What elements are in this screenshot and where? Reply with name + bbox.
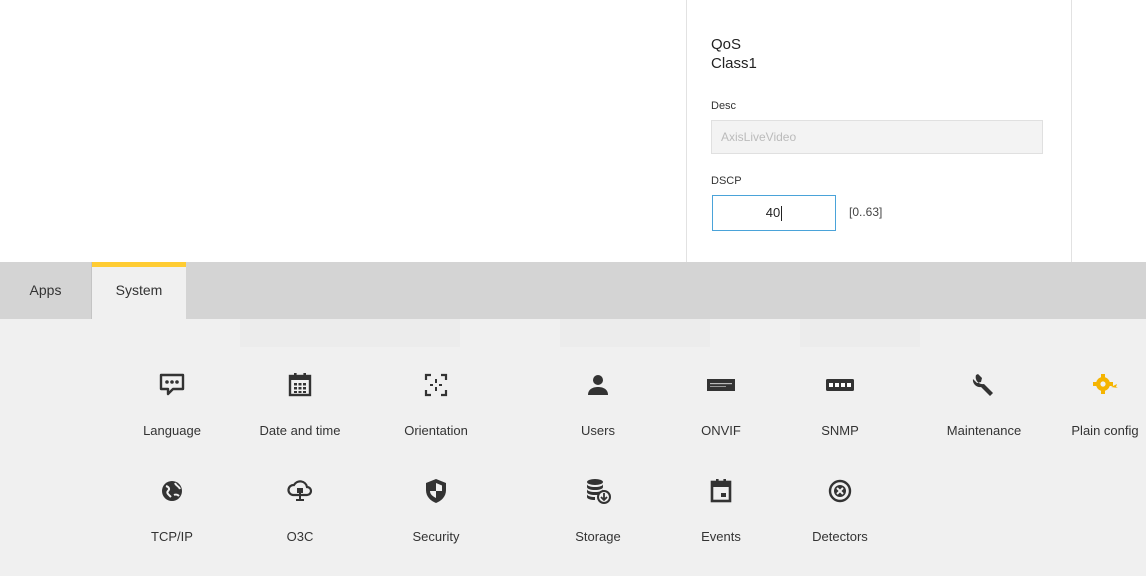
system-item-label: Plain config xyxy=(1071,423,1139,438)
system-item-label: Maintenance xyxy=(946,423,1022,438)
calendar-icon xyxy=(288,373,312,397)
qos-class-title: QoS Class1 xyxy=(711,35,757,73)
shade-strip xyxy=(800,319,920,347)
tab-system[interactable]: System xyxy=(92,262,186,319)
speech-bubble-icon xyxy=(159,373,185,396)
desc-field: AxisLiveVideo xyxy=(711,120,1043,154)
system-item-label: Storage xyxy=(575,529,621,544)
system-item-label: O3C xyxy=(286,529,314,544)
system-item-label: Users xyxy=(581,423,615,438)
shade-strip xyxy=(560,319,710,347)
detector-icon xyxy=(828,479,852,503)
globe-icon xyxy=(162,481,182,501)
system-item-label: ONVIF xyxy=(701,423,741,438)
system-item-label: Security xyxy=(412,529,460,544)
system-item-label: Detectors xyxy=(812,529,868,544)
shield-icon xyxy=(426,479,446,503)
system-item-label: SNMP xyxy=(821,423,859,438)
qos-title-line2: Class1 xyxy=(711,55,757,72)
onvif-logo-icon xyxy=(707,379,735,391)
system-item-label: Language xyxy=(143,423,201,438)
desc-label: Desc xyxy=(711,100,737,112)
event-calendar-icon xyxy=(710,479,732,503)
storage-icon xyxy=(587,479,611,504)
orientation-icon xyxy=(424,373,448,397)
shade-strip xyxy=(240,319,460,347)
snmp-badge-icon xyxy=(826,379,854,391)
gear-plug-icon xyxy=(1093,374,1118,394)
dscp-value: 40 xyxy=(765,205,781,220)
system-item-label: TCP/IP xyxy=(151,529,193,544)
user-icon xyxy=(588,375,608,395)
dscp-input[interactable]: 40 xyxy=(712,195,836,231)
text-caret xyxy=(781,206,783,222)
system-item-label: Date and time xyxy=(259,423,341,438)
system-item-label: Orientation xyxy=(404,423,468,438)
dscp-label: DSCP xyxy=(711,175,742,187)
system-item-label: Events xyxy=(701,529,741,544)
settings-tab-bar: Apps System xyxy=(0,262,1146,319)
dscp-range-hint: [0..63] xyxy=(849,205,883,219)
qos-settings-panel: QoS Class1 Desc AxisLiveVideo DSCP 40 [0… xyxy=(686,0,1072,262)
wrench-icon xyxy=(972,374,993,396)
tab-apps[interactable]: Apps xyxy=(0,262,92,319)
cloud-connect-icon xyxy=(287,480,313,501)
qos-title-line1: QoS xyxy=(711,36,742,53)
